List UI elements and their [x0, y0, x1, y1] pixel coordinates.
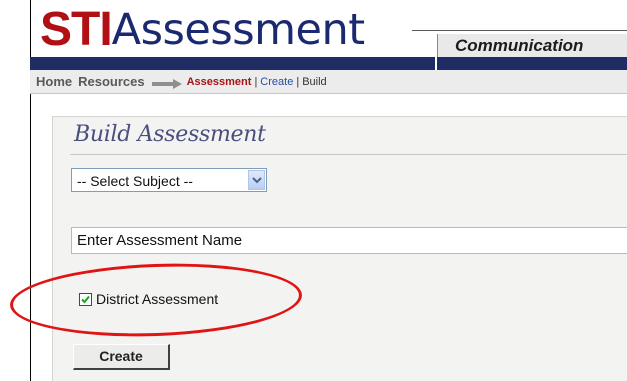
breadcrumb-create-link[interactable]: Create — [260, 76, 293, 88]
create-button[interactable]: Create — [73, 344, 170, 370]
dropdown-button[interactable] — [248, 170, 265, 190]
logo-sti-text: STI — [40, 3, 113, 56]
logo-assessment-text: Assessment — [111, 5, 365, 55]
arrow-right-icon — [151, 77, 182, 89]
assessment-name-input[interactable] — [71, 227, 627, 254]
breadcrumb-assessment-link[interactable]: Assessment — [187, 76, 252, 88]
header-rule — [412, 30, 627, 31]
sti-assessment-logo: STI Assessment — [40, 3, 365, 56]
page-title: Build Assessment — [74, 122, 266, 147]
breadcrumb-home-link[interactable]: Home — [36, 74, 72, 89]
subject-select[interactable]: -- Select Subject -- — [71, 168, 267, 192]
communication-label[interactable]: Communication — [455, 36, 583, 56]
breadcrumb: Home Resources Assessment | Create | Bui… — [30, 70, 627, 94]
breadcrumb-separator: | — [254, 75, 258, 88]
breadcrumb-build-link[interactable]: Build — [302, 76, 326, 88]
chevron-down-icon — [252, 177, 262, 184]
breadcrumb-separator: | — [296, 75, 300, 88]
breadcrumb-resources-link[interactable]: Resources — [78, 74, 144, 89]
subject-select-value: -- Select Subject -- — [77, 173, 193, 189]
header-navy-bar — [30, 57, 627, 70]
title-divider — [70, 154, 627, 155]
navy-bar-separator — [435, 57, 437, 70]
